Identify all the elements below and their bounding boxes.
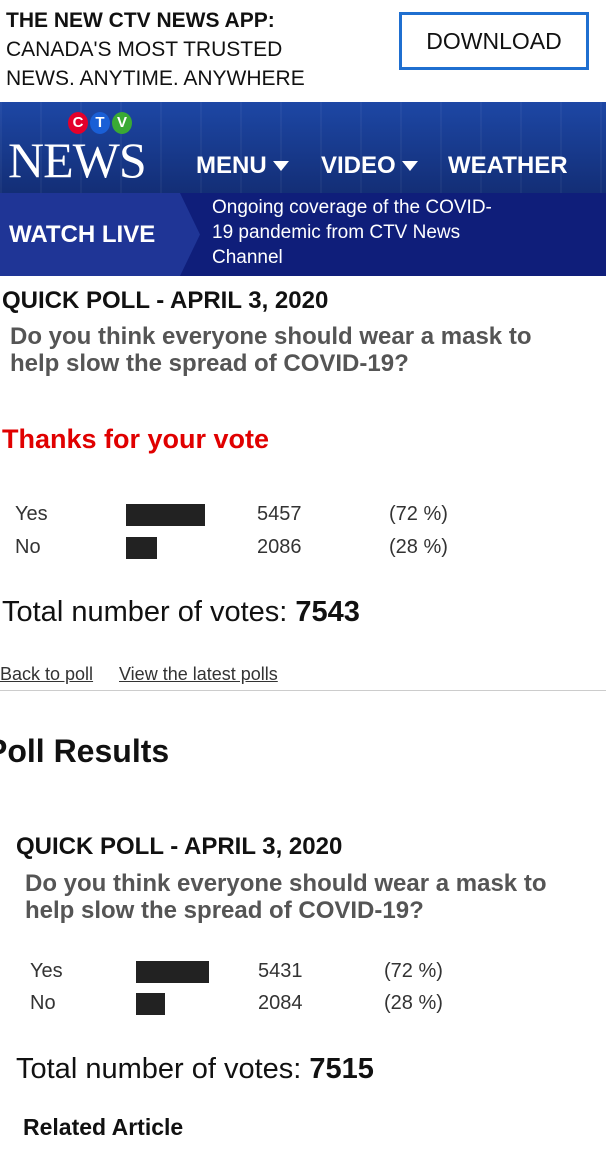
total-votes-value: 7515: [309, 1053, 374, 1085]
promo-title: THE NEW CTV NEWS APP:: [6, 9, 275, 32]
poll-option-label: Yes: [30, 960, 63, 982]
poll-option-percent: (28 %): [389, 536, 448, 558]
caret-down-icon: [272, 161, 289, 171]
thanks-message: Thanks for your vote: [2, 424, 270, 454]
back-to-poll-link[interactable]: Back to poll: [0, 664, 93, 685]
poll-option-label: No: [15, 536, 41, 558]
latest-polls-link[interactable]: View the latest polls: [119, 664, 278, 685]
poll-option-label: No: [30, 992, 56, 1014]
poll-option-label: Yes: [15, 503, 48, 525]
total-votes-value: 7543: [295, 596, 360, 628]
related-article-heading: Related Article: [23, 1114, 184, 1140]
poll-option-percent: (28 %): [384, 992, 443, 1014]
download-button[interactable]: DOWNLOAD: [399, 12, 589, 70]
promo-line: NEWS. ANYTIME. ANYWHERE: [6, 67, 305, 90]
poll-result-bar: [136, 993, 165, 1015]
poll-option-percent: (72 %): [384, 960, 443, 982]
poll-question-line: Do you think everyone should wear a mask…: [25, 870, 547, 897]
poll-results-heading: Poll Results: [0, 733, 170, 769]
nav-video-label: VIDEO: [321, 152, 396, 179]
total-votes: Total number of votes: 7543: [2, 596, 360, 629]
ctv-letter-v: V: [112, 112, 132, 134]
watch-live-button[interactable]: WATCH LIVE: [0, 193, 200, 276]
promo-line: CANADA'S MOST TRUSTED: [6, 38, 283, 61]
total-votes-label: Total number of votes:: [2, 596, 288, 628]
caret-down-icon: [401, 161, 418, 171]
news-logo[interactable]: NEWS: [8, 132, 147, 188]
total-votes-label: Total number of votes:: [16, 1053, 302, 1085]
nav-weather-label: WEATHER: [448, 152, 568, 179]
poll-option-percent: (72 %): [389, 503, 448, 525]
poll-result-bar: [136, 961, 209, 983]
nav-weather[interactable]: WEATHER: [448, 152, 568, 180]
ctv-letter-c: C: [68, 112, 88, 134]
divider: [0, 690, 606, 691]
live-description[interactable]: Ongoing coverage of the COVID- 19 pandem…: [212, 195, 532, 270]
poll-question-line: Do you think everyone should wear a mask…: [10, 323, 532, 350]
nav-menu[interactable]: MENU: [196, 152, 289, 180]
nav-video[interactable]: VIDEO: [321, 152, 418, 180]
poll-date: QUICK POLL - APRIL 3, 2020: [16, 833, 343, 860]
nav-menu-label: MENU: [196, 152, 267, 179]
poll-option-count: 5457: [257, 503, 302, 525]
poll-option-count: 5431: [258, 960, 303, 982]
poll-result-bar: [126, 537, 157, 559]
total-votes: Total number of votes: 7515: [16, 1053, 374, 1086]
live-description-line: Channel: [212, 247, 283, 268]
poll-option-count: 2086: [257, 536, 302, 558]
poll-question-line: help slow the spread of COVID-19?: [25, 897, 424, 924]
poll-option-count: 2084: [258, 992, 303, 1014]
poll-question-line: help slow the spread of COVID-19?: [10, 350, 409, 377]
poll-result-bar: [126, 504, 205, 526]
poll-question: Do you think everyone should wear a mask…: [25, 870, 546, 924]
ctv-logo[interactable]: C T V: [68, 112, 132, 134]
live-description-line: 19 pandemic from CTV News: [212, 222, 461, 243]
app-promo: THE NEW CTV NEWS APP: CANADA'S MOST TRUS…: [6, 6, 305, 93]
poll-question: Do you think everyone should wear a mask…: [10, 323, 531, 377]
ctv-letter-t: T: [90, 112, 110, 134]
poll-date: QUICK POLL - APRIL 3, 2020: [2, 287, 329, 314]
live-description-line: Ongoing coverage of the COVID-: [212, 197, 492, 218]
